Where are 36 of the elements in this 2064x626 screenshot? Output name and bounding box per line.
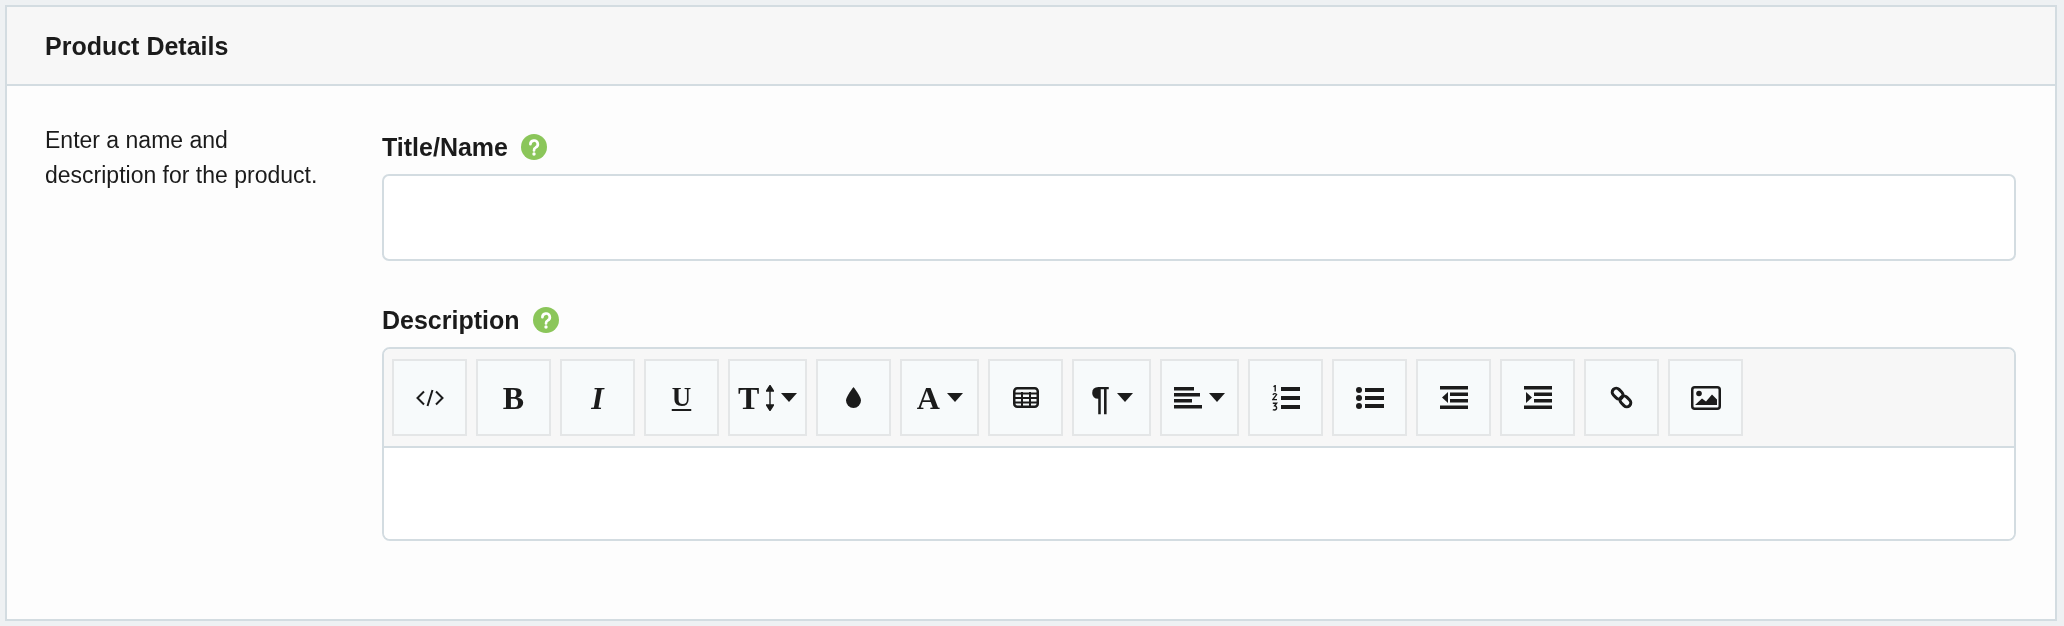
table-button[interactable] bbox=[988, 359, 1064, 436]
align-left-icon bbox=[1174, 386, 1203, 409]
font-style-button[interactable]: A bbox=[900, 359, 980, 436]
indent-icon bbox=[1523, 386, 1552, 409]
align-button[interactable] bbox=[1160, 359, 1240, 436]
outdent-button[interactable] bbox=[1416, 359, 1492, 436]
numbered-list-icon bbox=[1271, 384, 1300, 411]
field-label: Description bbox=[382, 306, 520, 334]
underline-button[interactable]: U bbox=[644, 359, 719, 436]
image-icon bbox=[1690, 385, 1721, 410]
link-button[interactable] bbox=[1584, 359, 1660, 436]
outdent-icon bbox=[1439, 386, 1468, 409]
numbered-list-button[interactable] bbox=[1248, 359, 1324, 436]
font-size-button[interactable]: T bbox=[728, 359, 808, 436]
title-input[interactable] bbox=[382, 174, 2016, 261]
caret-icon bbox=[946, 393, 963, 402]
field-label: Title/Name bbox=[382, 133, 508, 161]
intro-text: Enter a name and description for the product. bbox=[45, 126, 319, 190]
up-down-arrow-icon bbox=[766, 384, 775, 411]
italic-button[interactable]: I bbox=[560, 359, 635, 436]
table-icon bbox=[1012, 387, 1039, 408]
bullet-list-icon bbox=[1355, 386, 1384, 409]
paragraph-button[interactable]: ¶ bbox=[1072, 359, 1152, 436]
caret-icon bbox=[781, 393, 798, 402]
drop-icon bbox=[846, 387, 862, 408]
caret-icon bbox=[1209, 393, 1226, 402]
bold-button[interactable]: B bbox=[476, 359, 551, 436]
chain-link-icon bbox=[1609, 385, 1635, 410]
image-button[interactable] bbox=[1668, 359, 1744, 436]
color-button[interactable] bbox=[816, 359, 892, 436]
code-icon bbox=[415, 388, 444, 407]
indent-button[interactable] bbox=[1500, 359, 1576, 436]
panel-title: Product Details bbox=[45, 30, 229, 61]
bullet-list-button[interactable] bbox=[1332, 359, 1408, 436]
caret-icon bbox=[1116, 393, 1133, 402]
code-view-button[interactable] bbox=[392, 359, 467, 436]
